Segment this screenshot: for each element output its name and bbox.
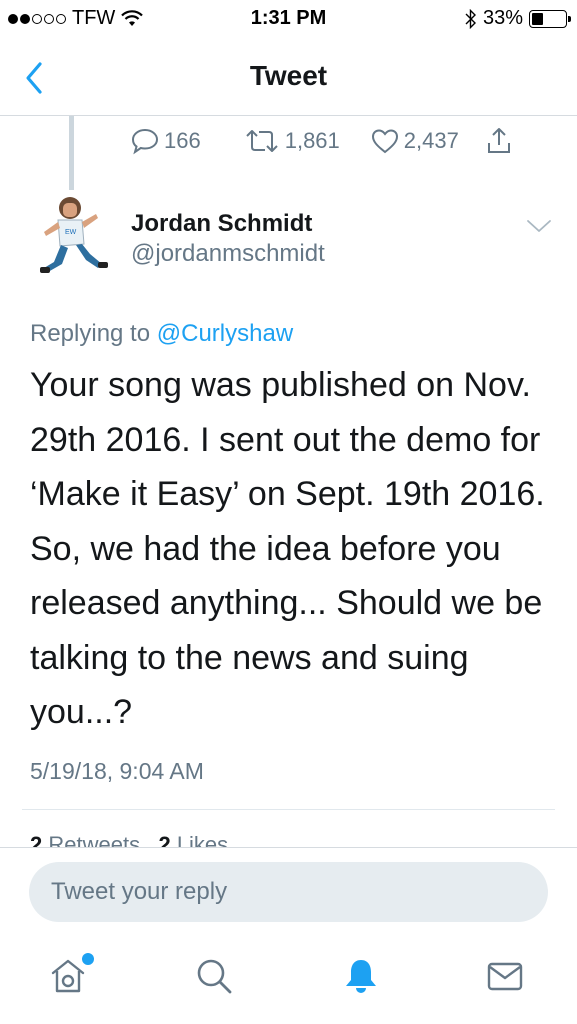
bell-icon xyxy=(346,960,376,993)
avatar[interactable]: EW xyxy=(24,192,120,288)
thread-connector-line xyxy=(69,116,74,190)
tweet-timestamp: 5/19/18, 9:04 AM xyxy=(30,758,204,784)
retweet-action[interactable]: 1,861 xyxy=(243,128,340,154)
reply-input[interactable]: Tweet your reply xyxy=(29,862,548,922)
status-bar: TFW 1:31 PM 33% xyxy=(0,0,577,38)
tweet-text: Your song was published on Nov. 29th 201… xyxy=(30,366,545,731)
page-title: Tweet xyxy=(249,60,328,91)
reply-count: 166 xyxy=(164,128,201,153)
divider xyxy=(22,809,555,810)
battery-percent: 33% xyxy=(482,7,523,29)
battery-icon xyxy=(529,9,571,28)
author-name[interactable]: Jordan Schmidt xyxy=(131,210,312,238)
like-action[interactable]: 2,437 xyxy=(370,127,459,155)
like-icon xyxy=(371,129,398,154)
retweet-icon xyxy=(246,130,278,152)
mail-icon xyxy=(487,962,523,991)
tab-search[interactable] xyxy=(184,946,244,1006)
tab-messages[interactable] xyxy=(475,946,535,1006)
retweet-count: 1,861 xyxy=(284,128,340,153)
chevron-down-icon[interactable] xyxy=(526,218,552,234)
author-handle[interactable]: @jordanmschmidt xyxy=(131,240,325,268)
parent-tweet-actions: 166 1,861 2,437 xyxy=(130,126,513,156)
likes-count: 2 xyxy=(158,832,171,848)
replying-prefix: Replying to xyxy=(30,320,151,347)
replying-to-line: Replying to @Curlyshaw xyxy=(30,320,293,348)
retweets-count: 2 xyxy=(30,832,43,848)
home-notification-dot xyxy=(82,953,94,965)
search-icon xyxy=(197,959,232,994)
nav-bar: Tweet xyxy=(0,38,577,116)
status-right: 33% xyxy=(465,7,571,30)
reply-area: Tweet your reply xyxy=(0,847,577,1024)
like-count: 2,437 xyxy=(403,128,459,153)
tab-notifications[interactable] xyxy=(331,946,391,1006)
bluetooth-icon xyxy=(465,8,476,29)
share-icon xyxy=(487,128,510,153)
retweets-label: Retweets xyxy=(48,832,141,848)
reply-action[interactable]: 166 xyxy=(130,127,201,155)
battery-level xyxy=(532,12,543,25)
likes-label: Likes xyxy=(176,832,229,848)
engagement-counts[interactable]: 2 Retweets 2 Likes xyxy=(30,832,430,848)
reply-icon xyxy=(131,128,159,155)
svg-text:EW: EW xyxy=(65,229,77,236)
replying-to-link[interactable]: @Curlyshaw xyxy=(157,320,293,347)
share-action[interactable] xyxy=(485,126,513,156)
